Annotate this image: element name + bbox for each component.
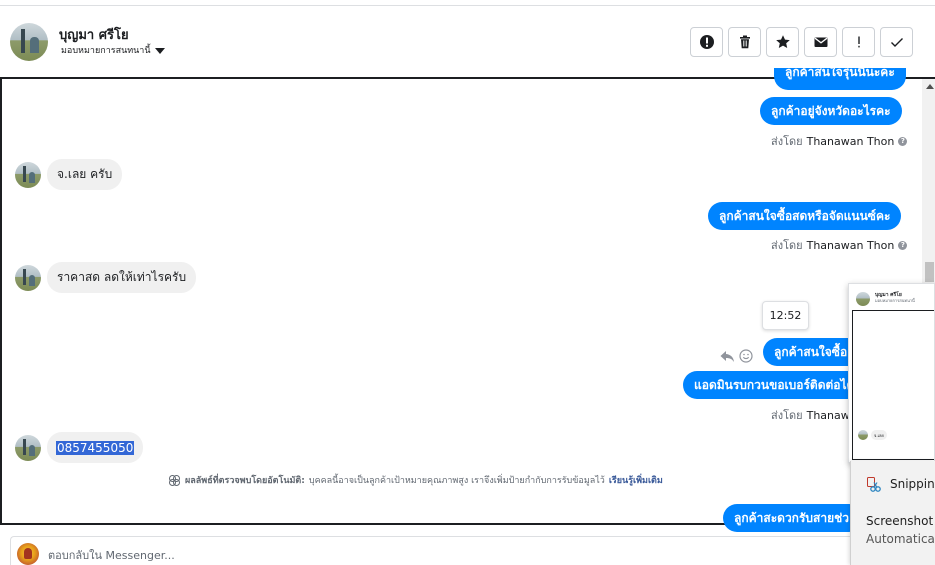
envelope-icon [814,37,827,47]
agent-name: Thanawan Thon [806,238,895,252]
ai-sparkle-icon [169,474,180,486]
mark-unread-button[interactable] [804,27,837,57]
notification-app-name: Snipping [890,477,935,491]
message-text: ลูกค้าสนใจรุ่นนี้นะคะ [785,68,895,79]
sent-by-label: ส่งโดย Thanawan Thon ? [771,236,908,254]
exclamation-icon [857,36,860,48]
reply-icon[interactable] [719,349,735,363]
agent-name: Thanawan Thon [806,134,895,148]
notification-title: Screenshot [866,514,934,528]
outgoing-message[interactable]: ลูกค้าสนใจซื้อสดหรือจัดแนนซ์คะ [708,202,902,230]
assign-label: มอบหมายการสนทนานี้ [61,46,151,56]
learn-more-link[interactable]: เรียนรู้เพิ่มเติม [609,473,663,487]
page-avatar [17,543,39,565]
check-icon [890,38,903,47]
message-text: แอดมินรบกวนขอเบอร์ติดต่อได [694,377,855,392]
incoming-message[interactable]: ราคาสด ลดให้เท่าไรครับ [47,262,197,293]
contact-avatar-small[interactable] [15,162,41,188]
mark-done-button[interactable] [880,27,913,57]
delete-button[interactable] [728,27,761,57]
contact-avatar-small[interactable] [15,435,41,461]
contact-avatar[interactable] [10,23,48,61]
scissors-icon [867,477,881,492]
assign-conversation-dropdown[interactable]: มอบหมายการสนทนานี้ [61,43,165,57]
message-text: จ.เลย ครับ [57,167,113,181]
incoming-message[interactable]: จ.เลย ครับ [47,159,123,190]
messenger-window: บุญมา ศรีโย มอบหมายการสนทนานี้ ลูกค้าสนใ… [0,0,935,565]
preview-message-avatar [858,430,868,440]
outgoing-message[interactable]: แอดมินรบกวนขอเบอร์ติดต่อได [683,371,863,399]
scrollbar-thumb[interactable] [925,262,934,282]
message-text: ลูกค้าสะดวกรับสายช่ว [734,510,849,525]
conversation-preview-window[interactable]: บุญมา ศรีโย มอบหมายการสนทนานี้ จ.เลย [848,283,935,463]
follow-up-button[interactable] [842,27,875,57]
notice-body: บุคคลนี้อาจเป็นลูกค้าเป้าหมายคุณภาพสูง เ… [308,476,605,486]
reply-input[interactable]: ตอบกลับใน Messenger... [48,546,175,564]
message-text: ลูกค้าอยู่จังหวัดอะไรคะ [771,103,891,118]
auto-detect-notice: ผลลัพธ์ที่ตรวจพบโดยอัตโนมัติ: บุคคลนี้อา… [168,473,663,487]
help-icon[interactable]: ? [898,136,908,146]
message-text: ลูกค้าสนใจซื้อสดหรือจัดแนนซ์คะ [719,208,891,223]
outgoing-message[interactable]: ลูกค้าสะดวกรับสายช่ว [723,504,863,532]
help-icon[interactable]: ? [898,240,908,250]
contact-name[interactable]: บุญมา ศรีโย [59,24,129,45]
preview-message: จ.เลย [871,430,887,440]
alert-circle-icon [699,35,714,49]
preview-assign-label: มอบหมายการสนทนานี้ [875,298,915,303]
message-text: ราคาสด ลดให้เท่าไรครับ [57,270,187,284]
star-icon [775,35,790,48]
spam-button[interactable] [690,27,723,57]
timestamp-tooltip: 12:52 [762,301,809,330]
outgoing-message[interactable]: ลูกค้าอยู่จังหวัดอะไรคะ [760,97,902,125]
snipping-tool-notification[interactable]: Snipping Screenshot Automatica [850,461,935,565]
chevron-down-icon [154,47,165,54]
trash-icon [739,35,750,49]
phone-number-text[interactable]: 0857455050 [56,440,135,455]
notice-title: ผลลัพธ์ที่ตรวจพบโดยอัตโนมัติ: [185,476,305,486]
scroll-up-arrow-icon[interactable] [926,84,934,89]
notification-body: Automatica [866,532,935,546]
contact-avatar-small[interactable] [15,265,41,291]
outgoing-message[interactable]: ลูกค้าสนใจรุ่นนี้นะคะ [774,68,906,90]
top-divider [0,5,935,6]
preview-avatar [856,292,870,306]
star-button[interactable] [766,27,799,57]
message-text: ลูกค้าสนใจซื้อ [774,344,848,359]
incoming-message[interactable]: 0857455050 [47,432,144,463]
emoji-icon[interactable] [739,349,753,363]
sent-by-label: ส่งโดย Thanawan Thon ? [771,132,908,150]
sent-by-label: ส่งโดย Thanawa [771,408,857,423]
